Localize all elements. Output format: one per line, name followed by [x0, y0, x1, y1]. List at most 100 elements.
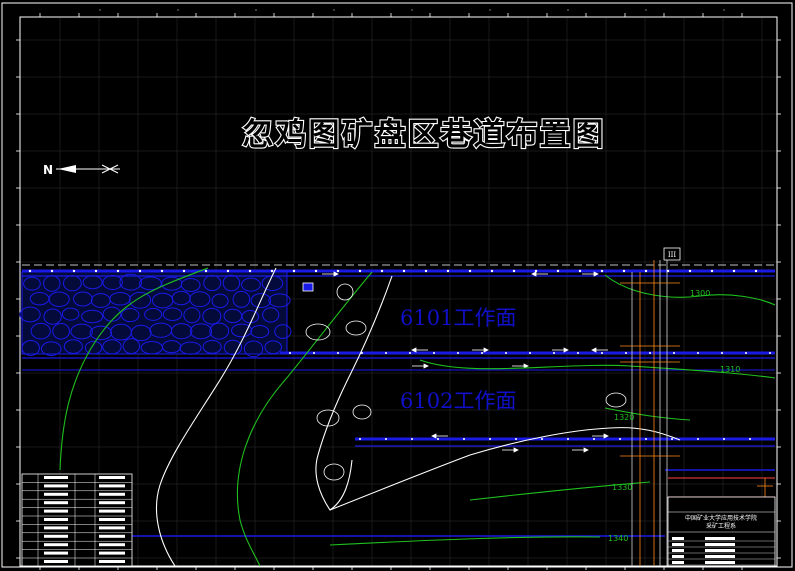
revision-table-entry: [99, 551, 125, 555]
title-block-dept: 采矿工程系: [706, 522, 736, 530]
survey-point: [556, 269, 560, 273]
survey-point: [138, 269, 142, 273]
revision-table-entry: [44, 518, 68, 521]
contour-label-1330: 1330: [612, 483, 632, 492]
contour-label-1310: 1310: [720, 365, 740, 374]
border-dot: [489, 9, 491, 11]
survey-point: [313, 352, 315, 354]
survey-point: [754, 269, 758, 273]
survey-point: [463, 438, 465, 440]
revision-table-entry: [99, 518, 125, 521]
revision-table-entry: [99, 509, 125, 513]
survey-point: [577, 352, 579, 354]
survey-point: [505, 352, 507, 354]
survey-point: [567, 438, 569, 440]
face-label-6101: 6101工作面: [400, 306, 516, 330]
compass-label: N: [43, 163, 53, 177]
revision-table-entry: [99, 543, 125, 547]
drawing-title: 忽鸡图矿盘区巷道布置图: [243, 117, 606, 153]
survey-point: [481, 352, 483, 354]
revision-table-entry: [44, 509, 68, 513]
survey-point: [515, 438, 517, 440]
survey-point: [50, 269, 54, 273]
survey-point: [749, 438, 751, 440]
survey-point: [529, 352, 531, 354]
survey-point: [600, 269, 604, 273]
gob-area: [19, 271, 292, 358]
survey-point: [28, 269, 32, 273]
survey-point: [745, 352, 747, 354]
survey-point: [248, 269, 252, 273]
survey-point: [578, 269, 582, 273]
revision-table-entry: [44, 526, 68, 530]
survey-point: [336, 269, 340, 273]
survey-point: [182, 269, 186, 273]
survey-point: [697, 438, 699, 440]
contour-label-1340: 1340: [608, 534, 628, 543]
revision-table-entry: [44, 543, 68, 547]
revision-table-entry: [44, 492, 68, 496]
border-dot: [645, 9, 647, 11]
survey-point: [721, 352, 723, 354]
revision-table-entry: [44, 551, 68, 555]
revision-table-entry: [44, 501, 68, 505]
title-block-entry: [672, 555, 684, 558]
survey-point: [769, 352, 771, 354]
survey-point: [732, 269, 736, 273]
survey-point: [385, 438, 387, 440]
title-block-entry: [672, 537, 684, 540]
survey-point: [457, 352, 459, 354]
contour-label-1300: 1300: [690, 289, 710, 298]
survey-point: [688, 269, 692, 273]
title-block-entry: [705, 537, 735, 540]
revision-table-entry: [99, 526, 125, 530]
survey-point: [593, 438, 595, 440]
survey-point: [601, 352, 603, 354]
survey-point: [723, 438, 725, 440]
revision-table-entry: [44, 484, 68, 488]
contour-label-1320: 1320: [614, 413, 634, 422]
survey-point: [292, 269, 296, 273]
revision-table-entry: [99, 484, 125, 488]
survey-point: [380, 269, 384, 273]
survey-point: [625, 352, 627, 354]
survey-point: [649, 352, 651, 354]
face-label-6102: 6102工作面: [400, 389, 516, 413]
revision-table-entry: [99, 476, 125, 479]
survey-point: [644, 269, 648, 273]
survey-point: [446, 269, 450, 273]
title-block-entry: [705, 549, 735, 552]
survey-point: [72, 269, 76, 273]
survey-point: [289, 352, 291, 354]
revision-table-entry: [44, 534, 68, 538]
survey-point: [697, 352, 699, 354]
border-dot: [567, 9, 569, 11]
survey-point: [409, 352, 411, 354]
title-block-entry: [672, 543, 684, 546]
survey-point: [359, 438, 361, 440]
survey-point: [541, 438, 543, 440]
shaft-marker: III: [668, 251, 677, 259]
survey-point: [337, 352, 339, 354]
survey-point: [116, 269, 120, 273]
survey-point: [385, 352, 387, 354]
cad-drawing-canvas: 忽鸡图矿盘区巷道布置图 N III 1300 1310 1320 1330 13…: [0, 0, 795, 571]
survey-point: [160, 269, 164, 273]
survey-point: [468, 269, 472, 273]
border-dot: [723, 9, 725, 11]
survey-point: [622, 269, 626, 273]
border-dot: [177, 9, 179, 11]
title-block: 中国矿业大学应用技术学院 采矿工程系: [667, 496, 776, 567]
title-block-school: 中国矿业大学应用技术学院: [685, 514, 757, 522]
border-dot: [255, 9, 257, 11]
survey-point: [710, 269, 714, 273]
fan-icon: [302, 282, 314, 292]
title-block-entry: [705, 543, 735, 546]
revision-table-entry: [99, 492, 125, 496]
survey-point: [490, 269, 494, 273]
survey-point: [433, 352, 435, 354]
survey-point: [512, 269, 516, 273]
survey-point: [671, 438, 673, 440]
revision-table-entry: [44, 476, 68, 479]
revision-table: [21, 473, 133, 567]
